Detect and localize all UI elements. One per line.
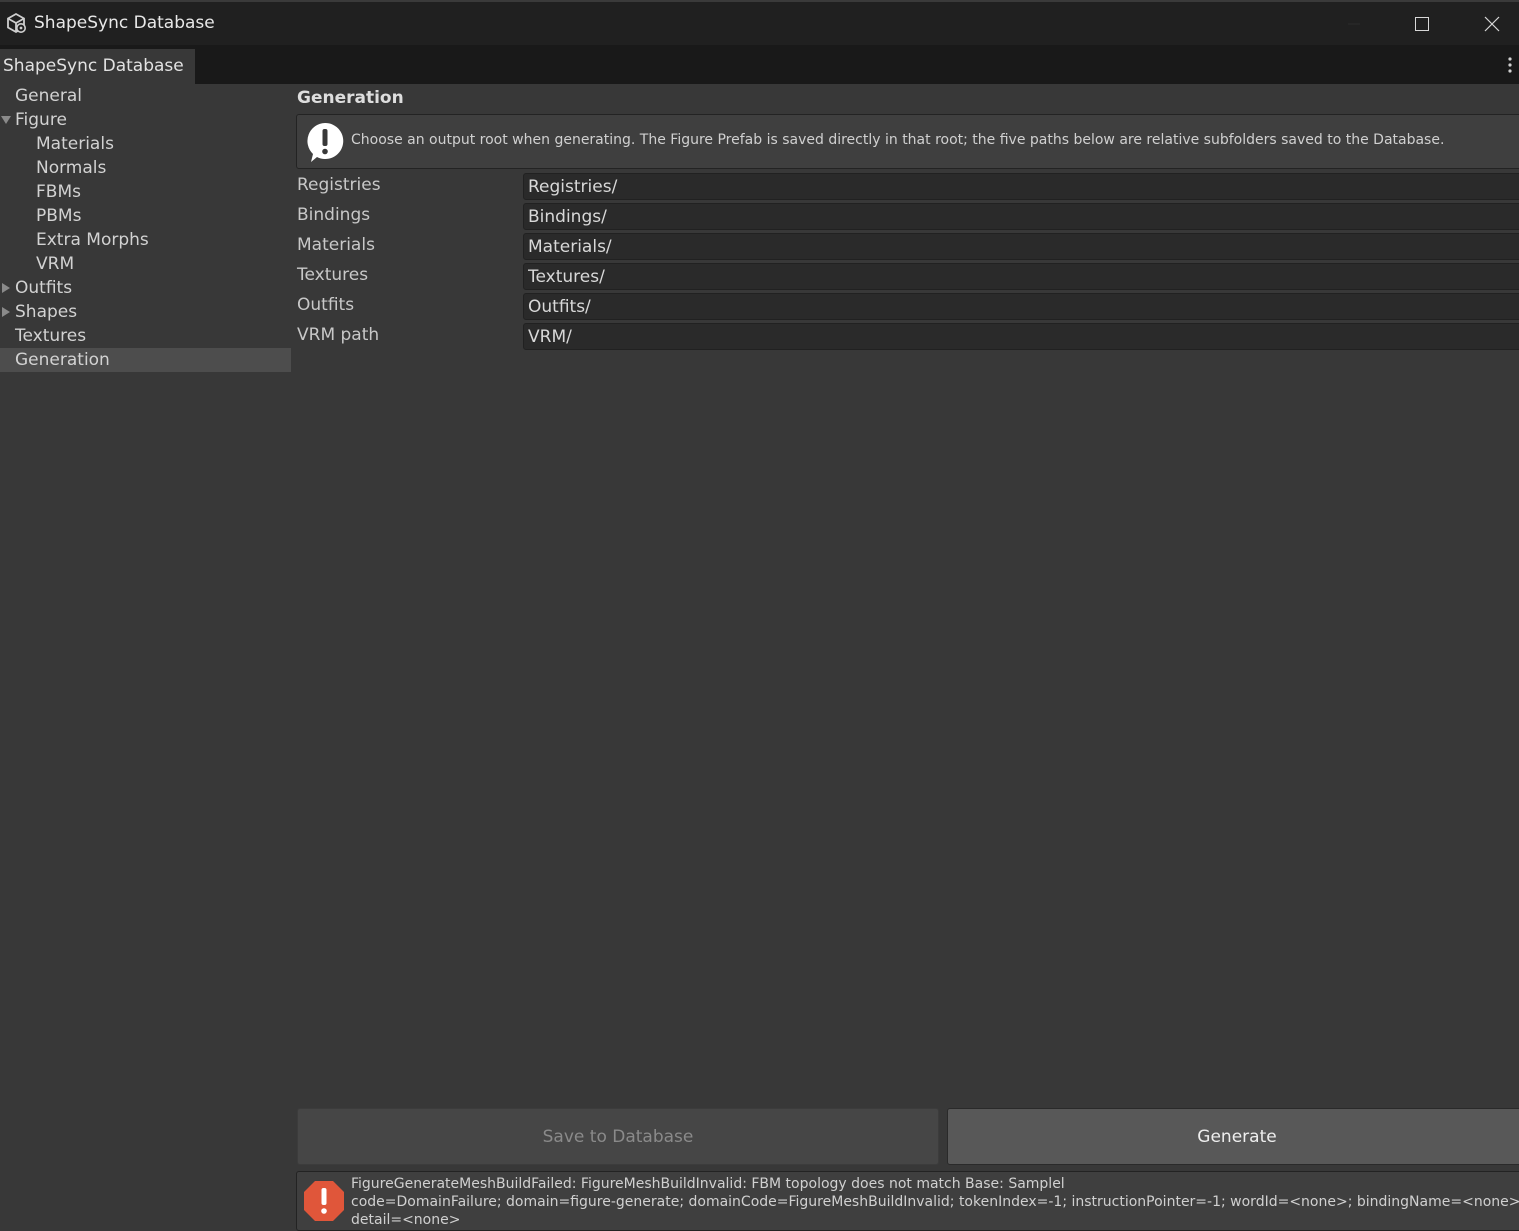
help-message: Choose an output root when generating. T… — [351, 132, 1445, 148]
sidebar-item-generation[interactable]: Generation — [0, 348, 291, 372]
registries-input[interactable] — [523, 173, 1519, 200]
sidebar-item-label: Figure — [15, 110, 67, 130]
generate-button[interactable]: Generate — [947, 1108, 1519, 1165]
main-panel: Generation Choose an output root when ge… — [291, 84, 1519, 1231]
info-icon — [307, 122, 344, 162]
materials-input[interactable] — [523, 233, 1519, 260]
sidebar-item-label: VRM — [36, 254, 75, 274]
field-label: Registries — [297, 175, 381, 195]
sidebar-item-figure[interactable]: Figure — [0, 108, 291, 132]
field-label: Outfits — [297, 295, 355, 315]
bindings-input[interactable] — [523, 203, 1519, 230]
sidebar-item-materials[interactable]: Materials — [0, 132, 291, 156]
sidebar-item-label: General — [15, 86, 82, 106]
sidebar-item-extra-morphs[interactable]: Extra Morphs — [0, 228, 291, 252]
sidebar-tree: General Figure Materials Normals FBMs PBMs Ext… — [0, 84, 291, 1225]
section-title: Generation — [297, 88, 404, 108]
window-title: ShapeSync Database — [34, 13, 215, 33]
sidebar-item-fbms[interactable]: FBMs — [0, 180, 291, 204]
error-line: detail=<none> — [351, 1212, 461, 1228]
textures-input[interactable] — [523, 263, 1519, 290]
field-row-registries: Registries — [297, 173, 1519, 201]
vrm-path-input[interactable] — [523, 323, 1519, 350]
field-row-vrm-path: VRM path — [297, 323, 1519, 351]
tab-bar: ShapeSync Database — [0, 45, 1519, 84]
error-icon — [304, 1181, 344, 1221]
field-row-outfits: Outfits — [297, 293, 1519, 321]
sidebar-item-normals[interactable]: Normals — [0, 156, 291, 180]
field-row-bindings: Bindings — [297, 203, 1519, 231]
sidebar-item-textures[interactable]: Textures — [0, 324, 291, 348]
error-line: FigureGenerateMeshBuildFailed: FigureMes… — [351, 1176, 1065, 1192]
sidebar-item-label: Outfits — [15, 278, 73, 298]
title-bar: ShapeSync Database — [0, 0, 1519, 45]
maximize-icon — [1415, 17, 1429, 31]
sidebar-item-shapes[interactable]: Shapes — [0, 300, 291, 324]
sidebar-item-outfits[interactable]: Outfits — [0, 276, 291, 300]
sidebar-item-label: Textures — [15, 326, 87, 346]
close-icon — [1484, 16, 1500, 32]
sidebar-item-label: Extra Morphs — [36, 230, 149, 250]
maximize-button[interactable] — [1392, 2, 1452, 46]
sidebar-item-label: Normals — [36, 158, 107, 178]
error-message: FigureGenerateMeshBuildFailed: FigureMes… — [351, 1175, 1519, 1229]
sidebar-item-vrm[interactable]: VRM — [0, 252, 291, 276]
foldout-collapsed-icon[interactable] — [1, 283, 11, 293]
sidebar-item-label: Materials — [36, 134, 114, 154]
sidebar-item-label: Shapes — [15, 302, 78, 322]
sidebar-item-label: Generation — [15, 350, 110, 370]
outfits-input[interactable] — [523, 293, 1519, 320]
foldout-collapsed-icon[interactable] — [1, 307, 11, 317]
close-button[interactable] — [1462, 2, 1519, 46]
field-row-materials: Materials — [297, 233, 1519, 261]
sidebar-item-label: FBMs — [36, 182, 81, 202]
error-line: code=DomainFailure; domain=figure-genera… — [351, 1194, 1519, 1210]
unity-cube-icon — [7, 12, 26, 34]
info-helpbox: Choose an output root when generating. T… — [296, 114, 1519, 169]
more-options-icon[interactable] — [1507, 55, 1513, 75]
tab-shapesync-database[interactable]: ShapeSync Database — [0, 49, 195, 84]
foldout-expanded-icon[interactable] — [1, 115, 11, 125]
field-row-textures: Textures — [297, 263, 1519, 291]
sidebar-item-pbms[interactable]: PBMs — [0, 204, 291, 228]
minimize-icon — [1348, 23, 1360, 25]
sidebar-item-general[interactable]: General — [0, 84, 291, 108]
field-label: Textures — [297, 265, 369, 285]
sidebar-item-label: PBMs — [36, 206, 82, 226]
field-label: VRM path — [297, 325, 380, 345]
minimize-button[interactable] — [1324, 2, 1384, 46]
error-helpbox: FigureGenerateMeshBuildFailed: FigureMes… — [296, 1171, 1519, 1231]
field-label: Materials — [297, 235, 375, 255]
save-to-database-button[interactable]: Save to Database — [297, 1108, 939, 1165]
field-label: Bindings — [297, 205, 371, 225]
